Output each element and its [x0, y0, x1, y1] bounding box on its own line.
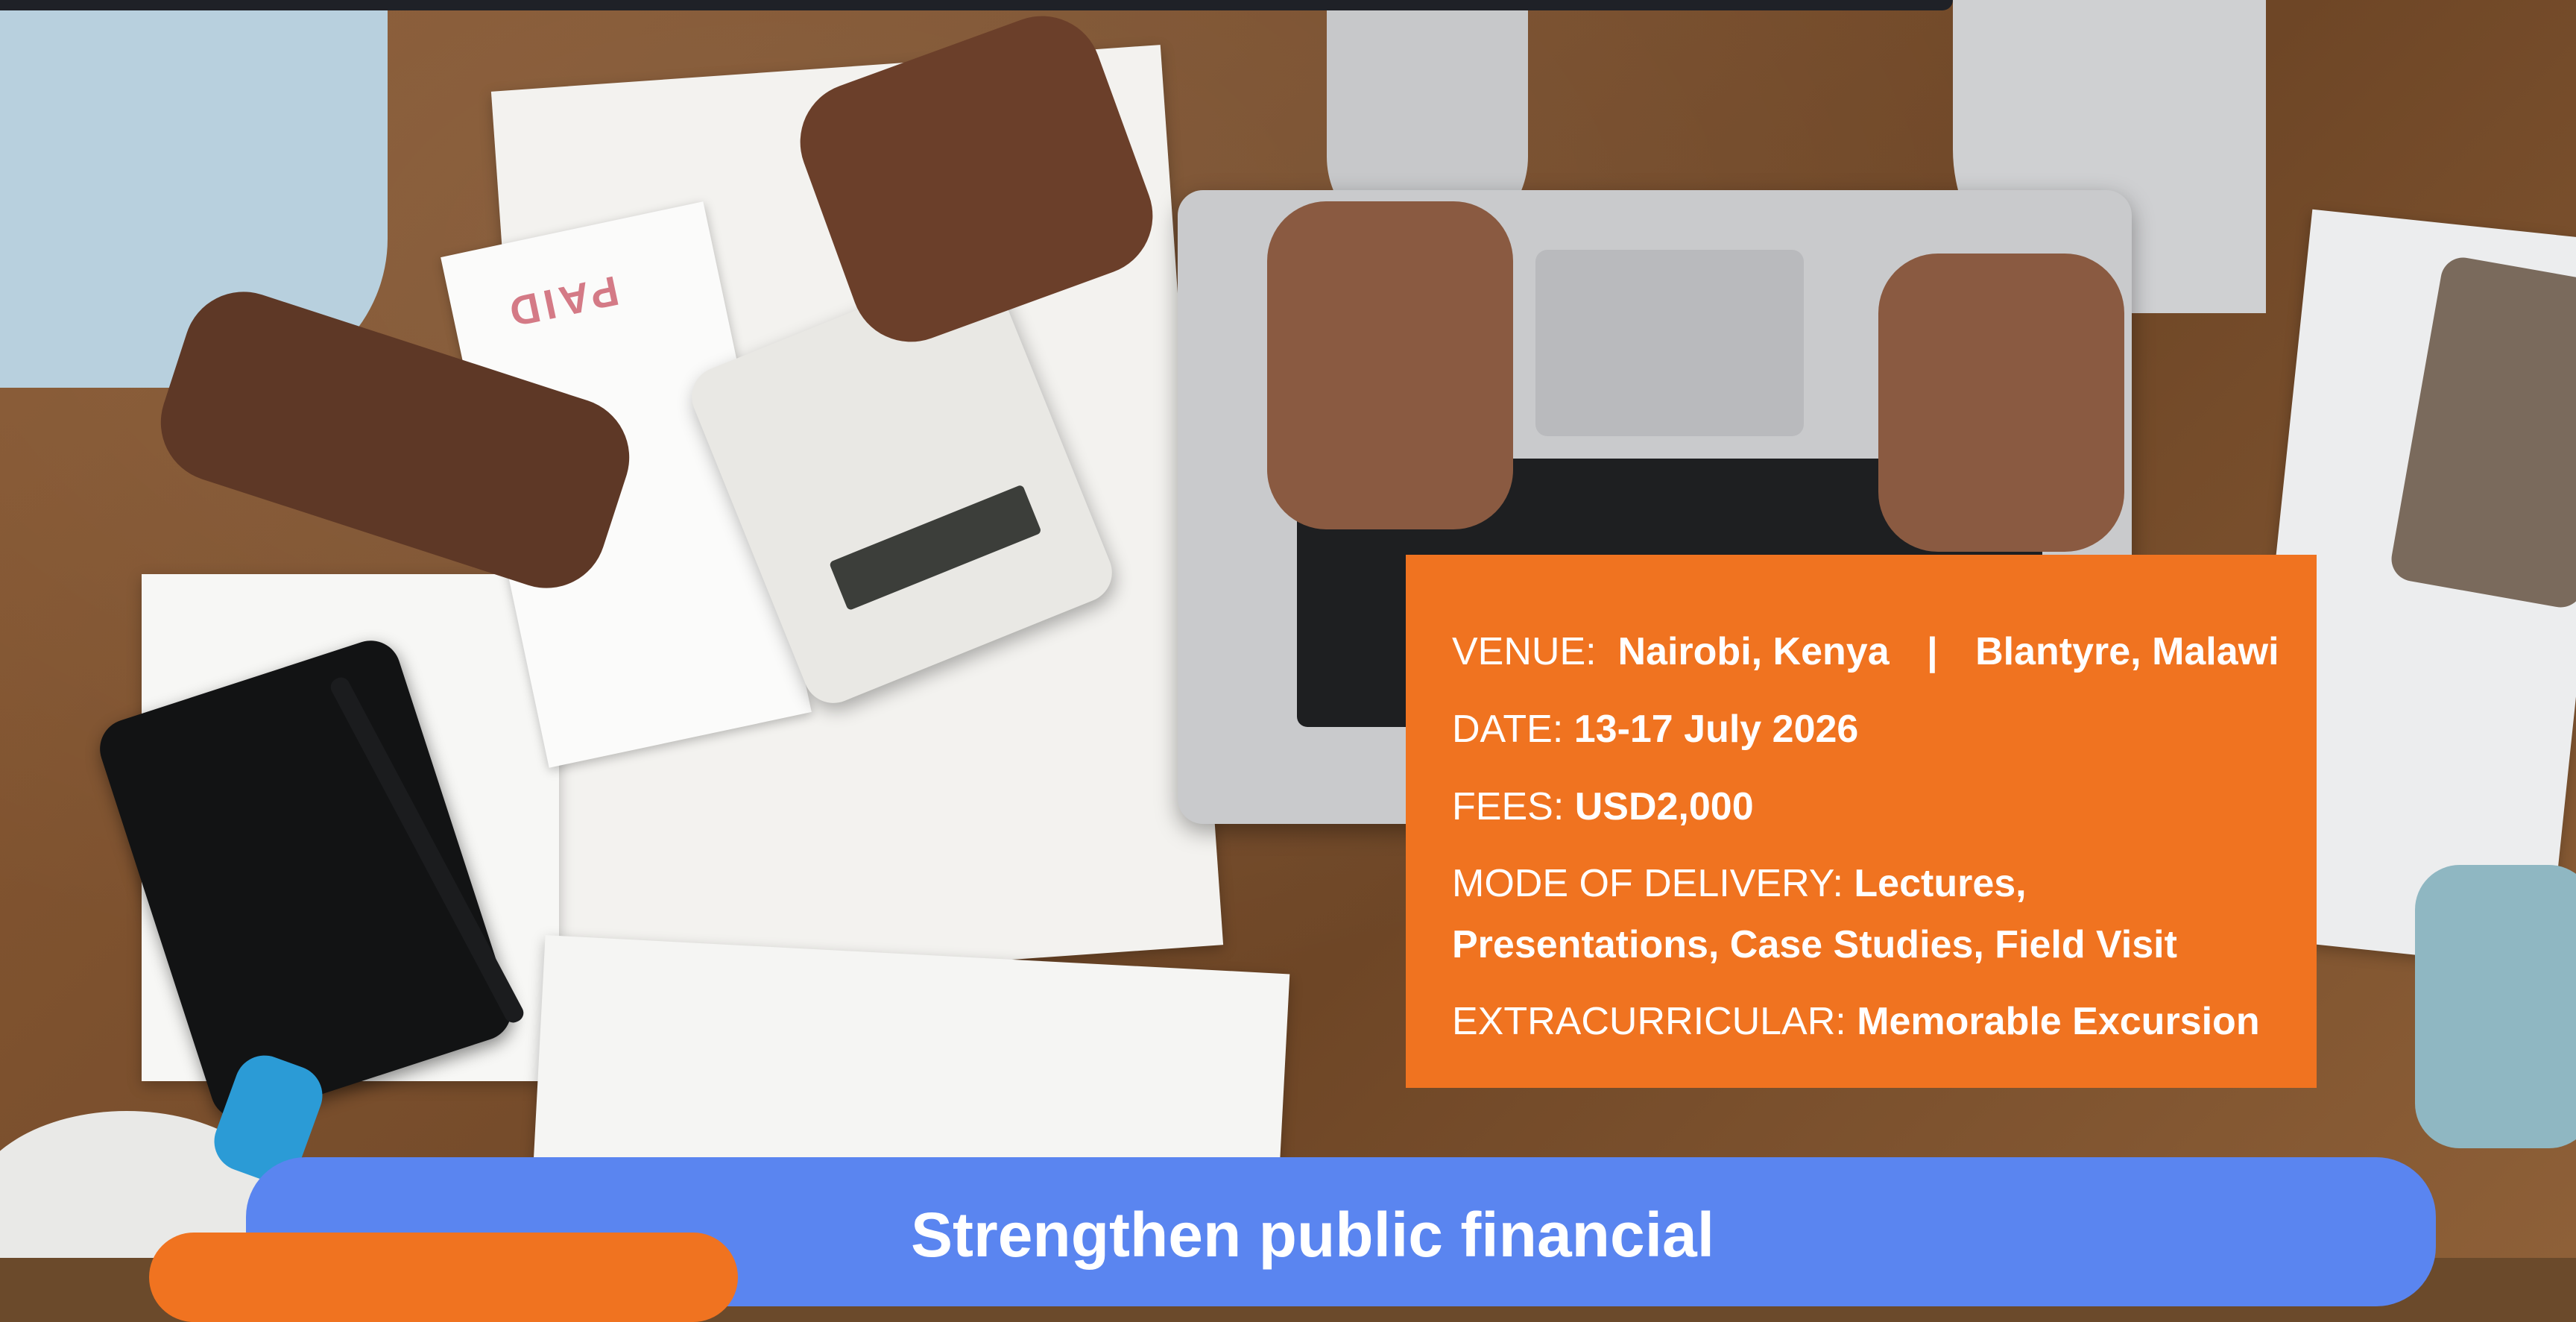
- mug-right: [2415, 865, 2576, 1148]
- venue-line: VENUE: Nairobi, Kenya | Blantyre, Malawi: [1452, 613, 2317, 690]
- hand-typing-left: [1267, 201, 1513, 529]
- orange-badge: [149, 1233, 738, 1322]
- date-line: DATE: 13-17 July 2026: [1452, 690, 2317, 768]
- fees-line: FEES: USD2,000: [1452, 768, 2317, 846]
- extracurricular-value: Memorable Excursion: [1857, 1000, 2260, 1043]
- paid-stamp: PAID: [501, 267, 623, 337]
- fees-label: FEES:: [1452, 785, 1565, 828]
- course-info-card: VENUE: Nairobi, Kenya | Blantyre, Malawi…: [1406, 555, 2317, 1088]
- venue-city-1: Nairobi, Kenya: [1617, 630, 1890, 673]
- venue-label: VENUE:: [1452, 630, 1597, 673]
- extracurricular-line: EXTRACURRICULAR: Memorable Excursion: [1452, 983, 2317, 1060]
- laptop-trackpad: [1535, 250, 1804, 436]
- hand-typing-right: [1878, 254, 2124, 552]
- extracurricular-label: EXTRACURRICULAR:: [1452, 1000, 1846, 1043]
- venue-separator: |: [1927, 630, 1938, 673]
- fees-value: USD2,000: [1574, 785, 1754, 828]
- banner-headline: Strengthen public financial: [911, 1200, 1715, 1270]
- venue-city-2: Blantyre, Malawi: [1975, 630, 2279, 673]
- date-value: 13-17 July 2026: [1573, 708, 1859, 751]
- date-label: DATE:: [1452, 708, 1564, 751]
- calculator-screen: [828, 484, 1042, 611]
- mode-label: MODE OF DELIVERY:: [1452, 862, 1843, 905]
- mode-line: MODE OF DELIVERY: Lectures, Presentation…: [1452, 853, 2294, 975]
- top-bar: [0, 0, 1953, 10]
